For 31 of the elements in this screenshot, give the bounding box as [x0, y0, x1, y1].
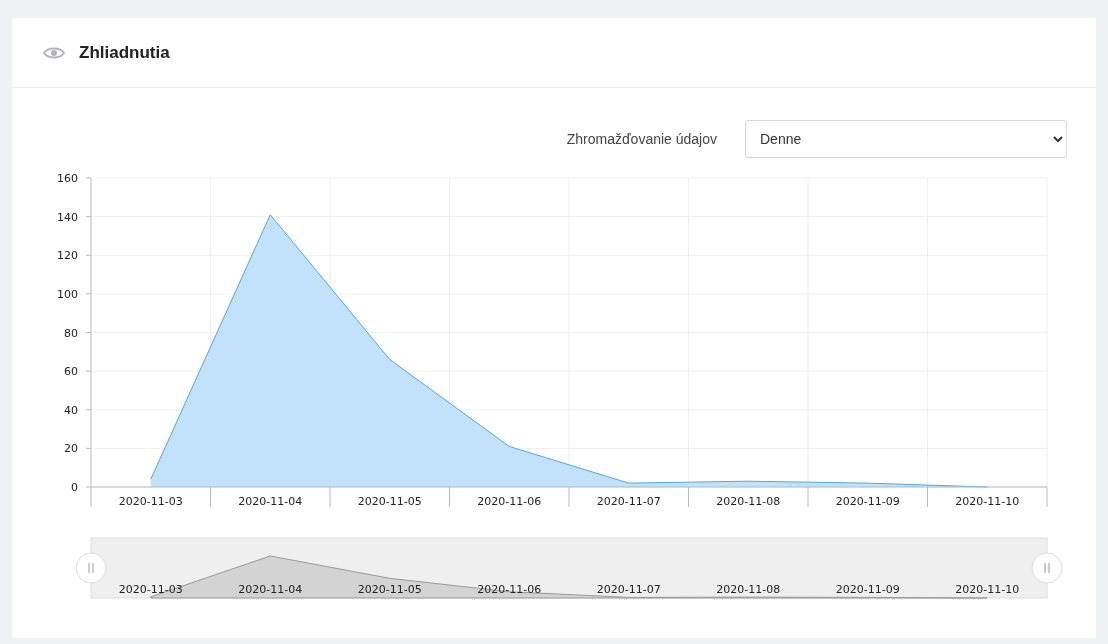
y-axis-label: 140 — [57, 210, 78, 224]
x-axis-label: 2020-11-05 — [357, 495, 422, 508]
x-axis-label: 2020-11-08 — [716, 495, 781, 508]
y-axis-label: 60 — [64, 365, 78, 379]
x-axis-label: 2020-11-07 — [596, 495, 661, 508]
navigator-label: 2020-11-10 — [955, 583, 1020, 596]
panel-title: Zhliadnutia — [79, 42, 170, 63]
x-axis-label: 2020-11-04 — [238, 495, 303, 508]
navigator-label: 2020-11-08 — [716, 583, 781, 596]
y-axis-label: 40 — [64, 403, 78, 417]
y-axis-label: 80 — [64, 326, 78, 340]
aggregation-select[interactable]: Denne — [745, 120, 1067, 158]
x-axis-label: 2020-11-06 — [477, 495, 542, 508]
x-axis-label: 2020-11-10 — [955, 495, 1020, 508]
navigator-label: 2020-11-05 — [357, 583, 422, 596]
y-axis-label: 0 — [71, 481, 78, 494]
eye-icon — [43, 45, 65, 60]
navigator-label: 2020-11-07 — [596, 583, 661, 596]
range-handle[interactable] — [1031, 552, 1063, 584]
x-axis-label: 2020-11-03 — [118, 495, 183, 508]
y-axis-label: 20 — [64, 442, 78, 456]
range-handle[interactable] — [75, 552, 107, 584]
x-axis-label: 2020-11-09 — [835, 495, 900, 508]
navigator-label: 2020-11-09 — [835, 583, 900, 596]
y-axis-label: 120 — [57, 249, 78, 263]
navigator-label: 2020-11-04 — [238, 583, 303, 596]
aggregation-label: Zhromažďovanie údajov — [566, 131, 717, 147]
y-axis-label: 160 — [57, 172, 78, 185]
y-axis-label: 100 — [57, 287, 78, 301]
navigator-label: 2020-11-03 — [118, 583, 183, 596]
navigator-label: 2020-11-06 — [477, 583, 542, 596]
